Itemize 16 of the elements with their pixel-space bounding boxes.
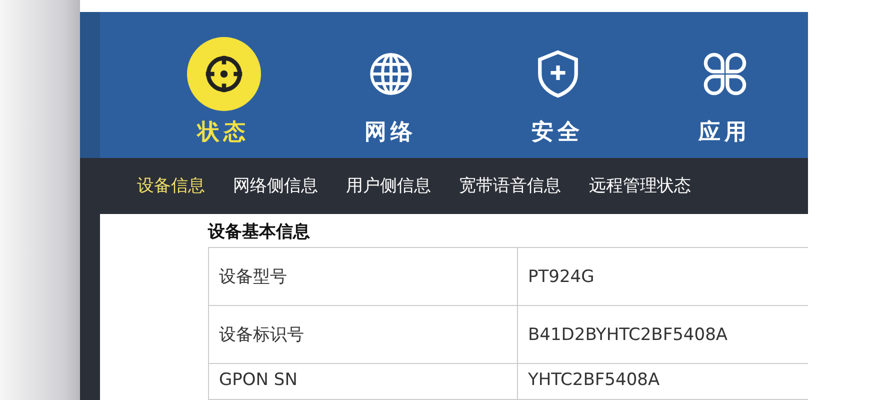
sub-menu-tab[interactable]: 远程管理状态: [589, 174, 691, 198]
menu-tab[interactable]: 网络: [307, 12, 474, 147]
value-cell: B41D2BYHTC2BF5408A: [518, 306, 808, 364]
menu-tab[interactable]: 状态: [140, 12, 307, 147]
sub-menu-tab[interactable]: 网络侧信息: [233, 174, 318, 198]
value-cell: PT924G: [518, 248, 808, 306]
menu-tab[interactable]: 安全: [474, 12, 641, 147]
label-cell: 设备型号: [208, 248, 518, 306]
sub-menu-tab[interactable]: 设备信息: [137, 174, 205, 198]
menu-tab[interactable]: 应用: [641, 12, 808, 147]
sub-menu-tab[interactable]: 宽带语音信息: [459, 174, 561, 198]
value-cell: YHTC2BF5408A: [518, 364, 808, 400]
label-cell: GPON SN: [208, 364, 518, 400]
sub-menu-tab[interactable]: 用户侧信息: [346, 174, 431, 198]
section-title: 设备基本信息: [208, 221, 311, 243]
label-cell: 设备标识号: [208, 306, 518, 364]
